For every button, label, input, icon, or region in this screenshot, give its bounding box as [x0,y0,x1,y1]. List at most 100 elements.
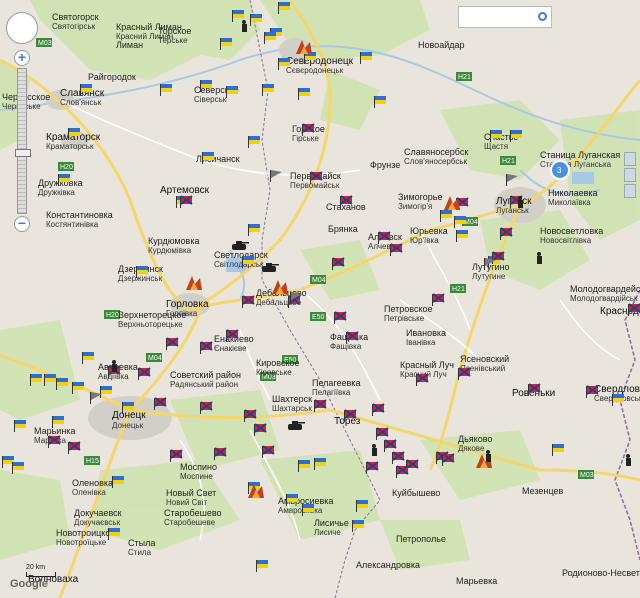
place-name: Лиман [116,40,143,50]
place-name-ua: Зимогір'я [398,202,432,211]
place-name: Петровское [384,304,433,314]
road-label: M04 [148,355,162,362]
place-name-ua: Сіверськ [194,95,227,104]
window-control[interactable] [624,168,636,182]
place-name-ua: Луганськ [496,206,529,215]
window-control[interactable] [624,184,636,198]
place-name: Донецк [112,410,146,421]
place-name-ua: Дружківка [38,188,75,197]
place-name: Светлодарск [214,250,268,260]
place-name-ua: Пелагіївка [312,388,351,397]
place-name: Кировское [256,358,300,368]
place-name-ua: Сєвєродонецьк [286,66,344,75]
place-name-ua: Докучаєвськ [74,518,121,527]
zoom-slider[interactable] [15,68,31,214]
map-canvas[interactable]: M03 M04 M04 M03 H20 H21 H20 H21 E50 E50 … [0,0,640,598]
place-name-ua: Новий Світ [166,498,207,507]
place-name: Константиновка [46,210,113,220]
place-name-ua: Молодогвардійськ [570,294,638,303]
place-name: Пелагеевка [312,378,360,388]
place-name: Молодогвардейск [570,284,640,294]
road-label: M03 [580,472,594,479]
road-label: M04 [312,277,326,284]
place-name: Александровка [356,560,420,570]
road-label: H21 [458,74,471,81]
map-search-input[interactable] [458,6,552,28]
place-name: Мезенцев [522,486,563,496]
zoom-in-button[interactable]: + [14,50,30,66]
place-name-ua: Гірське [292,134,319,143]
place-name-ua: Новосвітлівка [540,236,592,245]
lake [572,172,594,184]
place-name: Брянка [328,224,358,234]
place-name: Старобешево [164,508,222,518]
place-name: Новоайдар [418,40,465,50]
place-name: Красный Луч [400,360,454,370]
scale-bar: 20 km [26,564,56,577]
place-name-ua: Верхньоторецьке [118,320,183,329]
place-name: Марьинка [34,426,75,436]
place-name: Николаевка [548,188,598,198]
place-name-ua: Світлодарськ [214,260,264,269]
place-name-ua: Кіровське [256,368,292,377]
road-label: M04 [464,219,478,226]
place-name-ua: Стила [128,548,152,557]
place-name: Артемовск [160,185,210,196]
place-name-ua: Оленівка [72,488,106,497]
place-name-ua: Краматорськ [46,142,94,151]
place-name-ua: Моспине [180,472,213,481]
place-name: Лисичье [314,518,349,528]
place-name: Шахтерск [272,394,312,404]
place-name: Зимогорье [398,192,442,202]
place-name: Курдюмовка [148,236,199,246]
road-label: E50 [312,314,325,321]
place-name: Торское [158,26,191,36]
road-label: H15 [86,458,99,465]
road-label: H21 [502,158,515,165]
pan-control[interactable] [6,12,38,44]
place-name: Марьевка [456,576,497,586]
place-name-ua: Дзержинськ [118,274,163,283]
road-label: M03 [38,40,52,47]
place-name-ua: Щастя [484,142,508,151]
road-label: H20 [106,312,119,319]
place-name-ua: Святогірськ [52,22,96,31]
place-name-ua: Донецьк [112,421,144,430]
place-name: Новосветловка [540,226,603,236]
place-name: Советский район [170,370,241,380]
place-name-ua: Радянський район [170,380,238,389]
place-name-ua: Слов'янськ [60,98,102,107]
place-name-ua: Костянтинівка [46,220,99,229]
cluster-marker[interactable]: 3 [550,160,570,180]
zoom-slider-thumb[interactable] [15,149,31,157]
place-name: Родионово-Несвет [562,568,640,578]
place-name-ua: Терське [158,36,188,45]
zoom-control: + − [14,50,31,232]
place-name: Новый Свет [166,488,216,498]
place-name-ua: Єнакієве [214,344,247,353]
place-name: Юрьевка [410,226,448,236]
place-name-ua: Старобешеве [164,518,216,527]
place-name-ua: Юр'ївка [410,236,439,245]
place-name-ua: Іванівка [406,338,436,347]
place-name: Дьяково [458,434,492,444]
place-name: Славяносербск [404,147,468,157]
search-icon[interactable] [538,12,547,21]
google-logo: Google [10,578,48,590]
cluster-count: 3 [557,166,562,175]
place-name: Оленовка [72,478,113,488]
place-name: Новотроицкое [56,528,115,538]
road-label: H21 [452,286,465,293]
place-name: Райгородок [88,72,136,82]
place-name-ua: Лутугине [472,272,506,281]
window-control[interactable] [624,152,636,166]
place-name: Петрополье [396,534,446,544]
place-name-ua: Дякове [458,444,485,453]
place-name: Стыла [128,538,155,548]
place-name-ua: Амвросіївка [278,506,323,515]
road-label: H20 [60,164,73,171]
place-name-ua: Новотроїцьке [56,538,107,547]
zoom-out-button[interactable]: − [14,216,30,232]
place-name-ua: Петрівське [384,314,425,323]
place-name-ua: Слов'яносербськ [404,157,468,166]
